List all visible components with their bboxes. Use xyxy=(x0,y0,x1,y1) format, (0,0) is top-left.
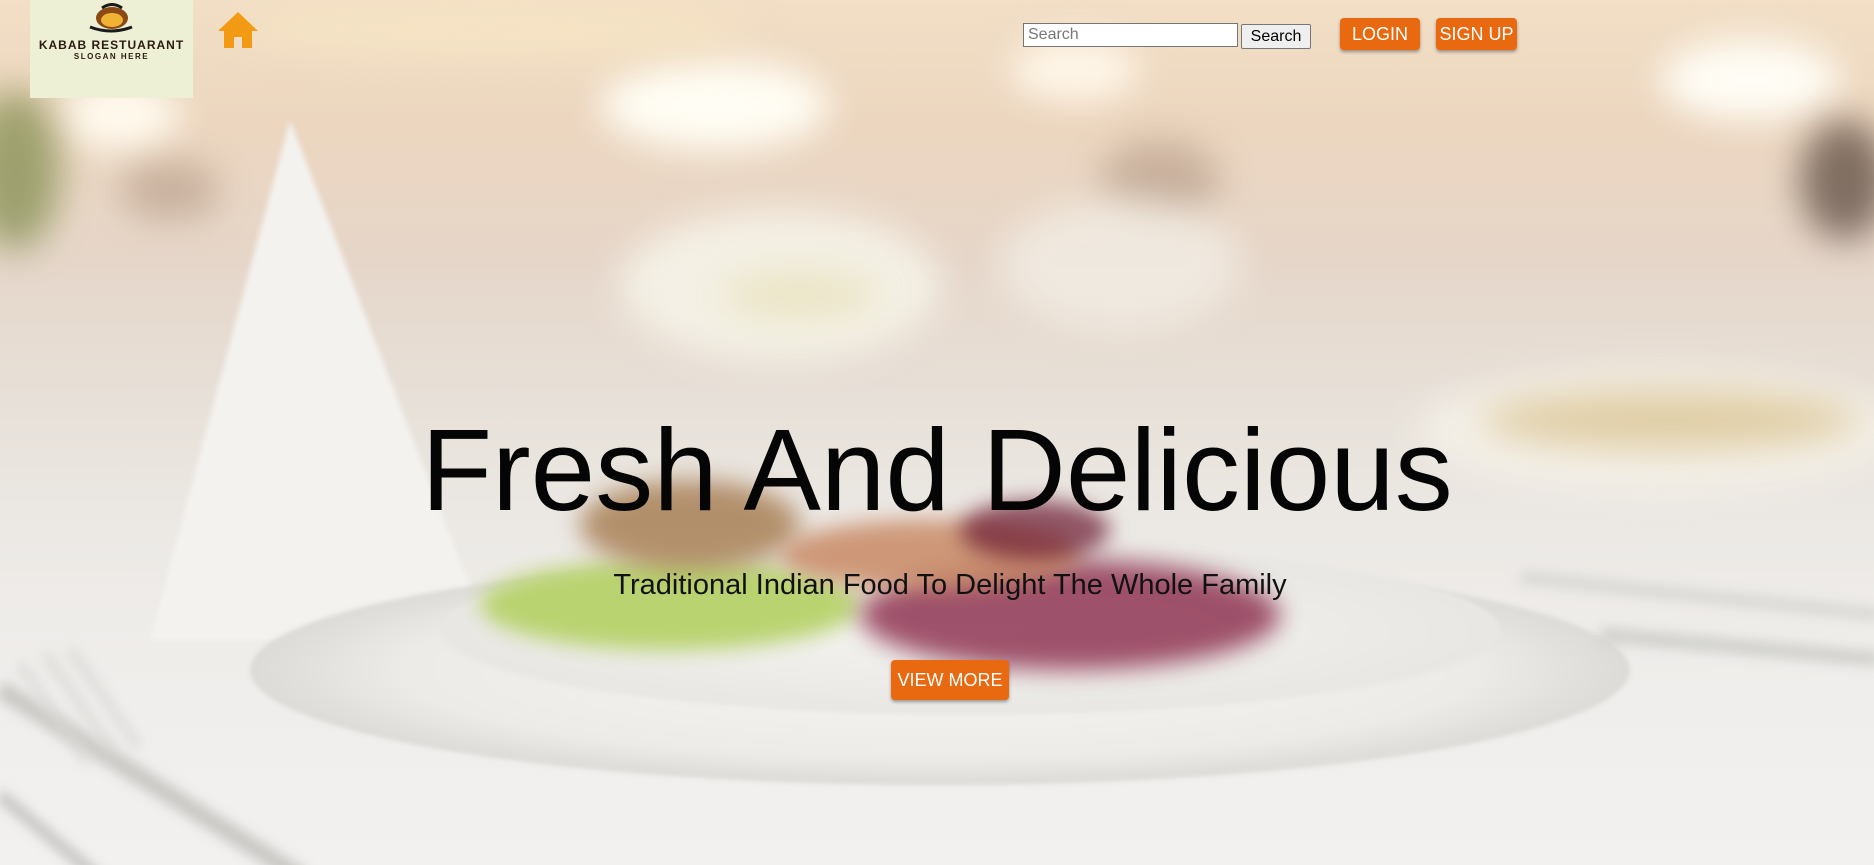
hero-subtitle: Traditional Indian Food To Delight The W… xyxy=(613,569,1287,601)
brand-slogan: SLOGAN HERE xyxy=(73,52,150,61)
brand-name: KABAB RESTUARANT xyxy=(38,38,185,52)
home-link[interactable] xyxy=(216,10,260,50)
login-button[interactable]: LOGIN xyxy=(1340,18,1420,50)
view-more-button[interactable]: VIEW MORE xyxy=(891,660,1009,700)
brand-logo[interactable]: KABAB RESTUARANT SLOGAN HERE xyxy=(30,0,193,98)
home-icon xyxy=(216,10,260,55)
sign-up-button[interactable]: SIGN UP xyxy=(1436,18,1517,50)
search-input[interactable] xyxy=(1023,23,1238,47)
kabab-dish-icon xyxy=(86,3,136,37)
hero-title: Fresh And Delicious xyxy=(421,405,1453,535)
search-button[interactable]: Search xyxy=(1241,24,1311,49)
